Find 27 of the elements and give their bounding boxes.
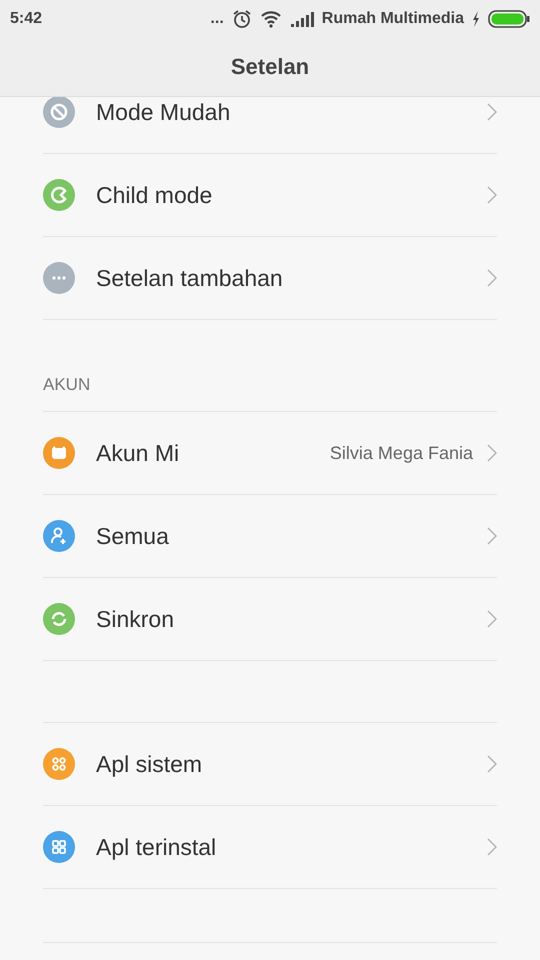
settings-item[interactable]: Semua [43,495,497,578]
wifi-icon [260,10,282,28]
chevron-right-icon [487,186,497,204]
carrier-name: Rumah Multimedia [322,10,464,28]
chevron-right-icon [487,103,497,121]
chevron-right-icon [487,755,497,773]
status-time: 5:42 [10,10,42,28]
account-name: Silvia Mega Fania [330,442,473,464]
section-header: AKUN [43,375,90,395]
screen-title: Setelan [230,53,310,81]
alarm-clock-icon [232,9,252,29]
chevron-right-icon [487,527,497,545]
settings-item[interactable]: Apl sistem [43,723,497,806]
more-notifications: ... [210,10,224,28]
chevron-right-icon [487,610,497,628]
signal-icon [290,11,314,27]
settings-item[interactable]: Akun Mi Silvia Mega Fania [43,412,497,495]
settings-item[interactable]: Mode Mudah [43,97,497,154]
charging-icon [472,11,480,27]
settings-item[interactable]: Setelan tambahan [43,237,497,320]
settings-item[interactable]: Child mode [43,154,497,237]
settings-item[interactable]: Apl terinstal [43,806,497,889]
chevron-right-icon [487,444,497,462]
chevron-right-icon [487,838,497,856]
battery-icon [488,10,530,28]
chevron-right-icon [487,269,497,287]
settings-item[interactable]: Sinkron [43,578,497,661]
